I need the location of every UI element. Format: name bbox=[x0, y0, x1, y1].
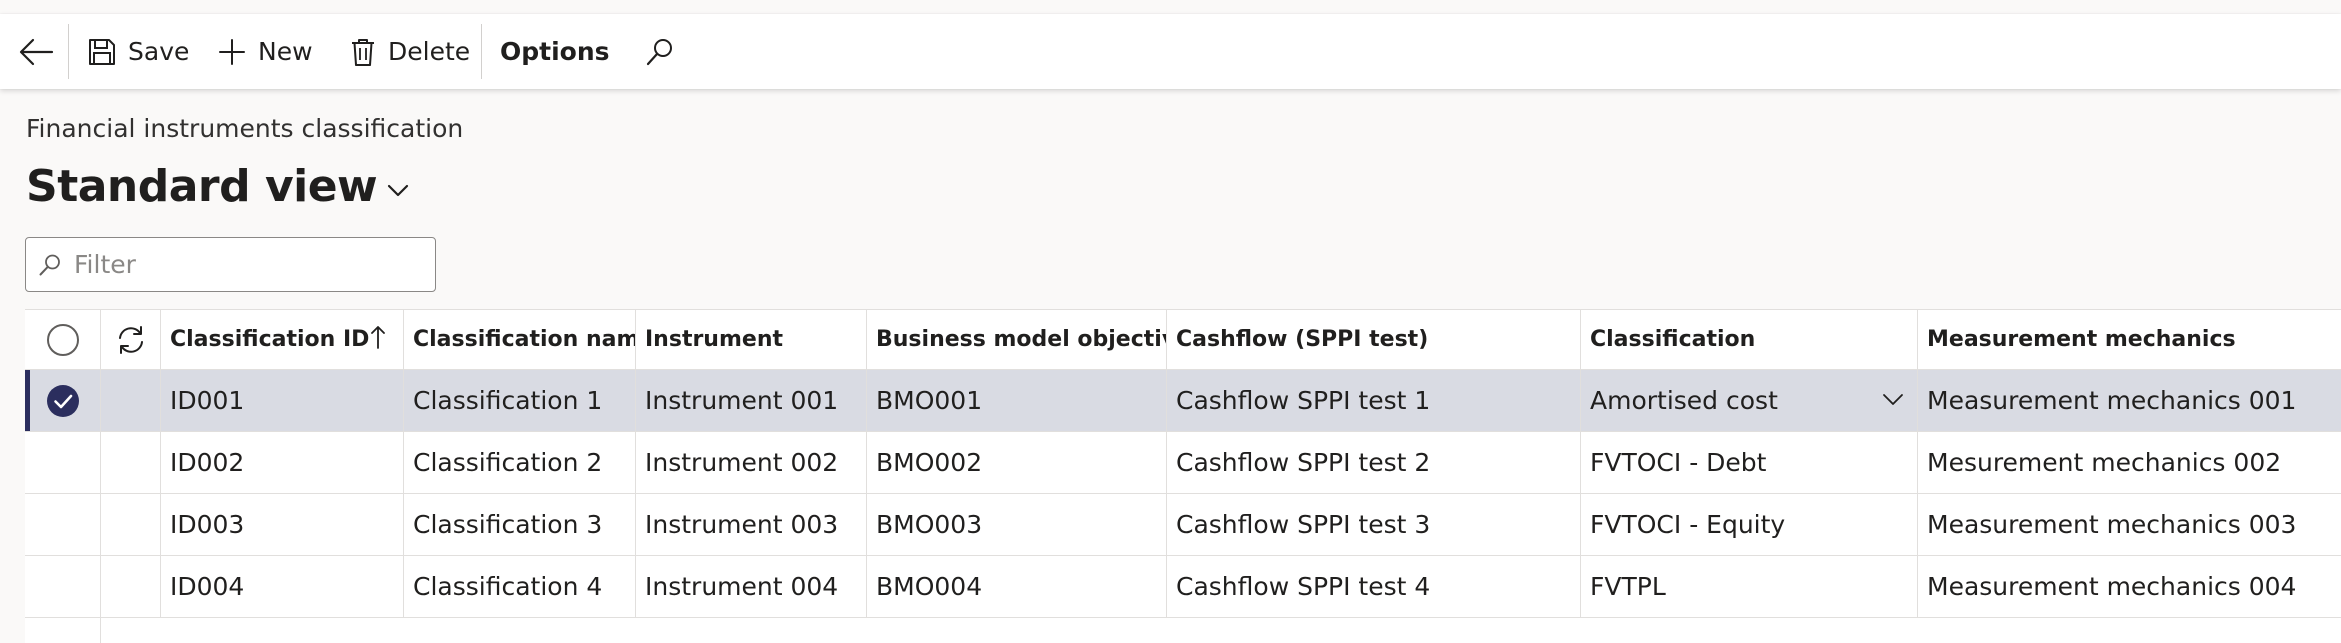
checkmark-circle-icon bbox=[46, 384, 79, 417]
options-label: Options bbox=[500, 37, 610, 66]
cell-classification-name[interactable]: Classification 4 bbox=[403, 556, 635, 617]
cell-classification-id[interactable]: ID001 bbox=[160, 370, 403, 431]
cell-cashflow-sppi-test[interactable]: Cashflow SPPI test 1 bbox=[1166, 370, 1580, 431]
classification-grid: Classification ID Classification name In… bbox=[25, 309, 2341, 643]
cell-classification[interactable]: FVTPL bbox=[1580, 556, 1917, 617]
filter-box bbox=[25, 237, 436, 292]
cell-measurement-mechanics[interactable]: Measurement mechanics 003 bbox=[1917, 494, 2341, 555]
plus-icon bbox=[219, 38, 245, 65]
cell-business-model-objective[interactable]: BMO003 bbox=[866, 494, 1166, 555]
row-select-checkbox[interactable] bbox=[25, 556, 100, 617]
column-header-label: Classification name bbox=[413, 327, 635, 352]
grid-empty-area bbox=[25, 618, 2341, 643]
cell-classification-id[interactable]: ID002 bbox=[160, 432, 403, 493]
chevron-down-icon bbox=[388, 184, 409, 197]
cell-cashflow-sppi-test[interactable]: Cashflow SPPI test 2 bbox=[1166, 432, 1580, 493]
row-spacer-cell bbox=[100, 556, 160, 617]
grid-header: Classification ID Classification name In… bbox=[25, 309, 2341, 370]
search-icon bbox=[39, 254, 60, 275]
column-header-label: Business model objective bbox=[876, 327, 1166, 352]
chevron-down-icon[interactable] bbox=[1882, 393, 1904, 407]
column-header-business-model-objective[interactable]: Business model objective bbox=[866, 310, 1166, 369]
new-label: New bbox=[258, 37, 313, 66]
cell-instrument[interactable]: Instrument 001 bbox=[635, 370, 866, 431]
cell-classification-name[interactable]: Classification 3 bbox=[403, 494, 635, 555]
cell-classification-name[interactable]: Classification 2 bbox=[403, 432, 635, 493]
cell-cashflow-sppi-test[interactable]: Cashflow SPPI test 4 bbox=[1166, 556, 1580, 617]
row-select-checkbox[interactable] bbox=[25, 432, 100, 493]
column-header-instrument[interactable]: Instrument bbox=[635, 310, 866, 369]
refresh-button[interactable] bbox=[100, 310, 160, 369]
search-icon bbox=[646, 38, 672, 65]
cell-measurement-mechanics[interactable]: Mesurement mechanics 002 bbox=[1917, 432, 2341, 493]
row-spacer-cell bbox=[100, 432, 160, 493]
cell-cashflow-sppi-test[interactable]: Cashflow SPPI test 3 bbox=[1166, 494, 1580, 555]
cell-instrument[interactable]: Instrument 003 bbox=[635, 494, 866, 555]
cell-measurement-mechanics[interactable]: Measurement mechanics 001 bbox=[1917, 370, 2341, 431]
filter-input[interactable] bbox=[74, 250, 414, 279]
cell-business-model-objective[interactable]: BMO004 bbox=[866, 556, 1166, 617]
column-header-measurement-mechanics[interactable]: Measurement mechanics bbox=[1917, 310, 2341, 369]
column-header-label: Measurement mechanics bbox=[1927, 327, 2236, 352]
cell-classification[interactable]: FVTOCI - Debt bbox=[1580, 432, 1917, 493]
toolbar-divider bbox=[481, 24, 482, 79]
select-all-checkbox[interactable] bbox=[25, 310, 100, 369]
delete-label: Delete bbox=[388, 37, 471, 66]
cell-business-model-objective[interactable]: BMO002 bbox=[866, 432, 1166, 493]
column-header-label: Classification bbox=[1590, 327, 1756, 352]
cell-classification-id[interactable]: ID003 bbox=[160, 494, 403, 555]
column-header-label: Instrument bbox=[645, 327, 783, 352]
row-spacer-cell bbox=[100, 494, 160, 555]
column-header-classification-id[interactable]: Classification ID bbox=[160, 310, 403, 369]
options-tab[interactable]: Options bbox=[500, 14, 610, 89]
column-header-classification-name[interactable]: Classification name bbox=[403, 310, 635, 369]
row-select-checkbox[interactable] bbox=[25, 494, 100, 555]
cell-classification-id[interactable]: ID004 bbox=[160, 556, 403, 617]
back-button[interactable] bbox=[18, 14, 54, 89]
table-row[interactable]: ID001 Classification 1 Instrument 001 BM… bbox=[25, 370, 2341, 432]
page-caption: Financial instruments classification bbox=[26, 114, 464, 143]
refresh-icon bbox=[118, 325, 143, 354]
dropdown-value: Amortised cost bbox=[1590, 386, 1778, 415]
row-spacer-cell bbox=[100, 370, 160, 431]
search-button[interactable] bbox=[645, 14, 675, 89]
toolbar-divider bbox=[68, 24, 69, 79]
save-icon bbox=[89, 38, 115, 65]
cell-instrument[interactable]: Instrument 002 bbox=[635, 432, 866, 493]
table-row[interactable]: ID004 Classification 4 Instrument 004 BM… bbox=[25, 556, 2341, 618]
classification-dropdown[interactable]: Amortised cost bbox=[1580, 370, 1917, 431]
table-row[interactable]: ID002 Classification 2 Instrument 002 BM… bbox=[25, 432, 2341, 494]
cell-classification-name[interactable]: Classification 1 bbox=[403, 370, 635, 431]
new-button[interactable]: New bbox=[218, 14, 313, 89]
cell-business-model-objective[interactable]: BMO001 bbox=[866, 370, 1166, 431]
trash-icon bbox=[352, 38, 374, 66]
delete-button[interactable]: Delete bbox=[350, 14, 470, 89]
column-header-label: Cashflow (SPPI test) bbox=[1176, 327, 1429, 352]
action-pane: Save New Delete Options bbox=[0, 14, 2341, 89]
column-header-label: Classification ID bbox=[170, 327, 370, 352]
cell-classification[interactable]: FVTOCI - Equity bbox=[1580, 494, 1917, 555]
sort-ascending-icon bbox=[371, 326, 385, 349]
column-header-classification[interactable]: Classification bbox=[1580, 310, 1917, 369]
cell-instrument[interactable]: Instrument 004 bbox=[635, 556, 866, 617]
cell-measurement-mechanics[interactable]: Measurement mechanics 004 bbox=[1917, 556, 2341, 617]
view-name: Standard view bbox=[26, 160, 378, 212]
empty-column-line bbox=[100, 618, 160, 643]
row-select-checkbox[interactable] bbox=[25, 370, 100, 431]
save-button[interactable]: Save bbox=[88, 14, 189, 89]
select-all-circle bbox=[46, 323, 79, 356]
view-selector[interactable]: Standard view bbox=[26, 156, 409, 216]
back-arrow-icon bbox=[19, 38, 54, 65]
column-header-cashflow-sppi-test[interactable]: Cashflow (SPPI test) bbox=[1166, 310, 1580, 369]
table-row[interactable]: ID003 Classification 3 Instrument 003 BM… bbox=[25, 494, 2341, 556]
save-label: Save bbox=[128, 37, 190, 66]
